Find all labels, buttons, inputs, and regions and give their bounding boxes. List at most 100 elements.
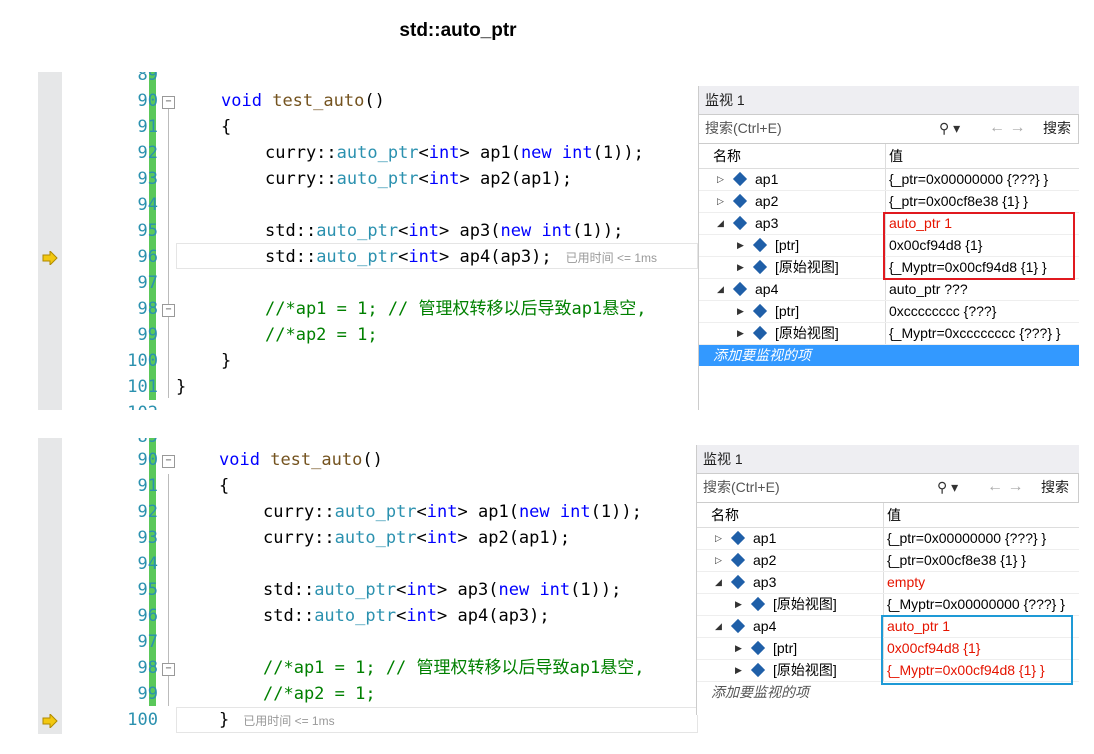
- variable-icon: [750, 596, 766, 612]
- watch-row[interactable]: ◢ ap3 empty: [697, 572, 1079, 594]
- line-number: 90: [137, 450, 158, 470]
- elapsed-time-hint: 已用时间 <= 1ms: [243, 714, 335, 728]
- collapse-icon[interactable]: ◢: [715, 572, 722, 593]
- line-number: 93: [137, 528, 158, 548]
- nav-arrows-icon[interactable]: ← →: [987, 474, 1023, 500]
- watch-row-name: [原始视图]: [773, 662, 837, 678]
- line-number: 102: [78, 400, 158, 410]
- variable-icon: [750, 640, 766, 656]
- watch-row[interactable]: ◢ ap4 auto_ptr ???: [699, 279, 1079, 301]
- expand-icon[interactable]: ▷: [717, 191, 724, 212]
- code-text: }: [219, 710, 230, 730]
- watch-row[interactable]: ▶ [原始视图] {_Myptr=0xcccccccc {???} }: [699, 323, 1079, 345]
- watch-row-value: empty: [887, 574, 926, 590]
- variable-icon: [730, 552, 746, 568]
- expand-icon[interactable]: ▷: [715, 550, 722, 571]
- variable-icon: [732, 215, 748, 231]
- collapse-icon[interactable]: −: [162, 304, 175, 317]
- line-number: 90: [137, 91, 158, 111]
- highlight-box: [883, 212, 1075, 280]
- collapse-icon[interactable]: ◢: [715, 616, 722, 637]
- collapse-icon[interactable]: −: [162, 663, 175, 676]
- watch-search-input[interactable]: 搜索(Ctrl+E) ⚲ ▾ ← → 搜索深: [697, 473, 1079, 521]
- watch-row[interactable]: ▷ ap1 {_ptr=0x00000000 {???} }: [699, 169, 1079, 191]
- expand-icon[interactable]: ▷: [715, 528, 722, 549]
- watch-row[interactable]: ▷ ap2 {_ptr=0x00cf8e38 {1} }: [699, 191, 1079, 213]
- watch-row-value: {_ptr=0x00000000 {???} }: [887, 530, 1047, 546]
- variable-icon: [732, 193, 748, 209]
- code-line: void test_auto(): [219, 450, 383, 470]
- line-number: 100: [127, 710, 158, 730]
- line-number: 89: [137, 72, 158, 85]
- line-number: 93: [137, 169, 158, 189]
- watch-row[interactable]: ▶ [ptr] 0xcccccccc {???}: [699, 301, 1079, 323]
- code-editor-top[interactable]: 89 90 91 92 93 94 95 96 97 98 99 100 101…: [38, 72, 698, 410]
- watch-row-value: {_Myptr=0xcccccccc {???} }: [889, 325, 1061, 341]
- watch-row-name: ap1: [753, 530, 777, 546]
- code-line: curry::auto_ptr<int> ap1(new int(1));: [263, 502, 642, 522]
- watch-row-name: ap2: [753, 552, 777, 568]
- watch-row-name: [原始视图]: [775, 259, 839, 275]
- code-line: std::auto_ptr<int> ap4(ap3); 已用时间 <= 1ms: [265, 247, 657, 267]
- code-line: //*ap2 = 1;: [263, 684, 376, 704]
- watch-header: 名称 值: [697, 503, 1079, 528]
- watch-row-value: {_ptr=0x00cf8e38 {1} }: [889, 193, 1028, 209]
- watch-title: 监视 1: [699, 86, 1079, 114]
- expand-icon[interactable]: ▷: [717, 169, 724, 190]
- watch-row[interactable]: ▶ [原始视图] {_Myptr=0x00000000 {???} }: [697, 594, 1079, 616]
- code-line: curry::auto_ptr<int> ap1(new int(1));: [265, 143, 644, 163]
- watch-row-name: ap1: [755, 171, 779, 187]
- collapse-icon[interactable]: −: [162, 455, 175, 468]
- watch-row-name: ap2: [755, 193, 779, 209]
- expand-icon[interactable]: ▶: [737, 323, 744, 344]
- code-editor-bottom[interactable]: 89 90 91 92 93 94 95 96 97 98 99 100 − −…: [38, 438, 698, 734]
- expand-icon[interactable]: ▶: [735, 594, 742, 615]
- elapsed-time-hint: 已用时间 <= 1ms: [565, 251, 657, 265]
- expand-icon[interactable]: ▶: [737, 235, 744, 256]
- search-icon[interactable]: ⚲ ▾: [937, 474, 958, 500]
- collapse-icon[interactable]: −: [162, 96, 175, 109]
- watch-title: 监视 1: [697, 445, 1079, 473]
- current-statement-arrow-icon: [42, 249, 58, 267]
- variable-icon: [752, 325, 768, 341]
- code-line: {: [221, 117, 232, 137]
- collapse-icon[interactable]: ◢: [717, 279, 724, 300]
- highlight-box: [881, 615, 1073, 685]
- fold-guide: [168, 108, 169, 398]
- watch-window-top[interactable]: 监视 1 搜索(Ctrl+E) ⚲ ▾ ← → 搜索深 名称 值 ▷ ap1 {_…: [698, 86, 1079, 410]
- nav-arrows-icon[interactable]: ← →: [989, 115, 1025, 141]
- watch-row-value: auto_ptr ???: [889, 281, 968, 297]
- code-line: }: [221, 351, 232, 371]
- line-number: 96: [137, 606, 158, 626]
- watch-window-bottom[interactable]: 监视 1 搜索(Ctrl+E) ⚲ ▾ ← → 搜索深 名称 值 ▷ ap1 {_…: [696, 445, 1079, 715]
- expand-icon[interactable]: ▶: [737, 301, 744, 322]
- watch-search-input[interactable]: 搜索(Ctrl+E) ⚲ ▾ ← → 搜索深: [699, 114, 1079, 162]
- watch-row-value: {_ptr=0x00000000 {???} }: [889, 171, 1049, 187]
- watch-row-name: [ptr]: [773, 640, 798, 656]
- variable-icon: [752, 303, 768, 319]
- code-line: //*ap1 = 1; // 管理权转移以后导致ap1悬空,: [263, 658, 645, 678]
- add-watch-item[interactable]: 添加要监视的项: [699, 345, 1079, 366]
- code-line: std::auto_ptr<int> ap4(ap3);: [263, 606, 550, 626]
- expand-icon[interactable]: ▶: [735, 660, 742, 681]
- watch-row-name: ap3: [755, 215, 779, 231]
- watch-row[interactable]: ▷ ap1 {_ptr=0x00000000 {???} }: [697, 528, 1079, 550]
- column-value: 值: [889, 148, 903, 164]
- watch-row[interactable]: ▷ ap2 {_ptr=0x00cf8e38 {1} }: [697, 550, 1079, 572]
- column-value: 值: [887, 507, 901, 523]
- add-watch-item[interactable]: 添加要监视的项: [697, 682, 1079, 703]
- code-line: curry::auto_ptr<int> ap2(ap1);: [263, 528, 571, 548]
- variable-icon: [732, 171, 748, 187]
- line-number: 91: [137, 476, 158, 496]
- collapse-icon[interactable]: ◢: [717, 213, 724, 234]
- variable-icon: [750, 662, 766, 678]
- code-line: //*ap2 = 1;: [265, 325, 378, 345]
- variable-icon: [730, 618, 746, 634]
- line-number: 98: [137, 658, 158, 678]
- line-number: 99: [137, 325, 158, 345]
- search-icon[interactable]: ⚲ ▾: [939, 115, 960, 141]
- watch-row-name: ap3: [753, 574, 777, 590]
- expand-icon[interactable]: ▶: [735, 638, 742, 659]
- expand-icon[interactable]: ▶: [737, 257, 744, 278]
- variable-icon: [752, 237, 768, 253]
